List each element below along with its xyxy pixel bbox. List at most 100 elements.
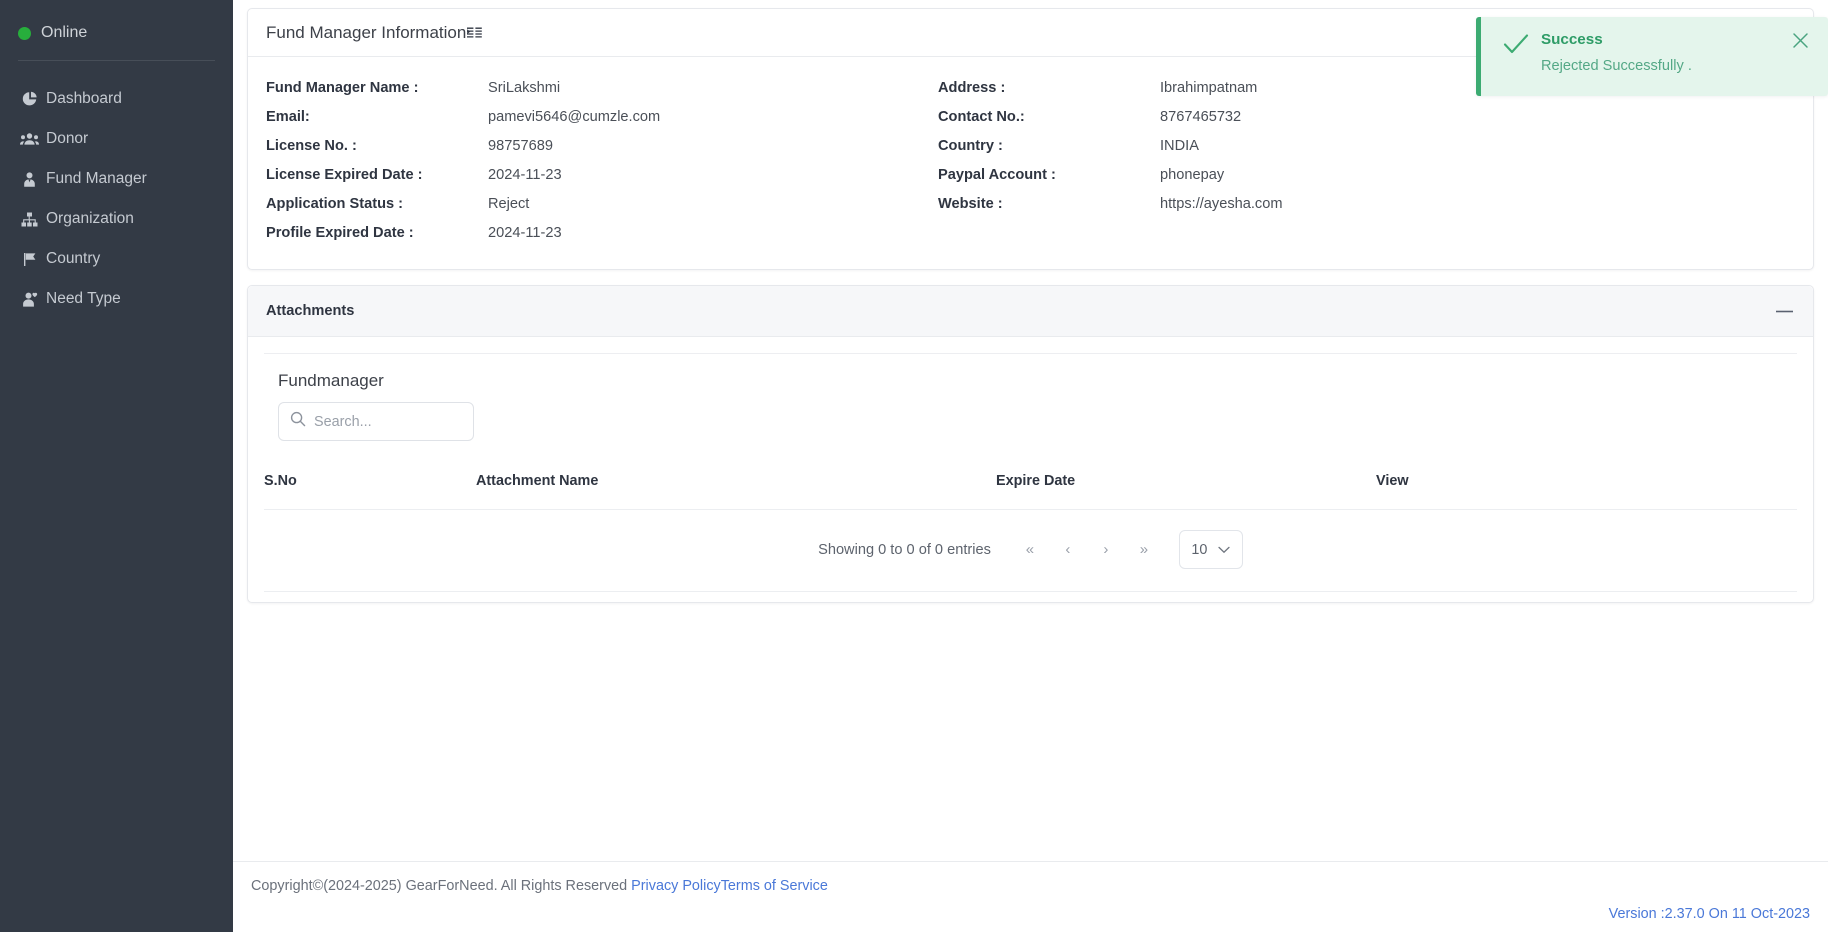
terms-of-service-link[interactable]: Terms of Service bbox=[721, 878, 828, 894]
detail-value: 2024-11-23 bbox=[488, 166, 562, 183]
page-title-text: Fund Manager Information bbox=[266, 23, 467, 42]
user-heart-icon bbox=[20, 291, 39, 307]
sidebar-item-country[interactable]: Country bbox=[0, 239, 233, 279]
detail-label: License No. : bbox=[266, 137, 357, 154]
copyright-text: Copyright©(2024-2025) GearForNeed. All R… bbox=[251, 878, 828, 894]
detail-label: Paypal Account : bbox=[938, 166, 1056, 183]
details-right-column: Address : Ibrahimpatnam Contact No.: 876… bbox=[938, 73, 1795, 247]
sidebar-item-label: Organization bbox=[46, 210, 134, 228]
table-toolbar: Fundmanager bbox=[264, 354, 1797, 441]
users-icon bbox=[20, 131, 39, 147]
online-status: Online bbox=[0, 4, 233, 60]
detail-label: Website : bbox=[938, 195, 1003, 212]
table-header-row: S.No Attachment Name Expire Date View bbox=[264, 463, 1797, 510]
application-status-value: Reject bbox=[488, 195, 530, 212]
detail-value: SriLakshmi bbox=[488, 79, 561, 96]
sidebar-item-donor[interactable]: Donor bbox=[0, 119, 233, 159]
website-value: https://ayesha.com bbox=[1160, 195, 1283, 212]
page-size-value: 10 bbox=[1191, 541, 1208, 558]
main-area: Fund Manager Information Fund Manager Na… bbox=[233, 0, 1828, 932]
detail-value: INDIA bbox=[1160, 137, 1199, 154]
detail-value: Ibrahimpatnam bbox=[1160, 79, 1258, 96]
attachments-title: Attachments bbox=[266, 303, 355, 319]
sidebar-item-fund-manager[interactable]: Fund Manager bbox=[0, 159, 233, 199]
footer: Copyright©(2024-2025) GearForNeed. All R… bbox=[233, 861, 1828, 932]
sidebar-item-label: Need Type bbox=[46, 290, 121, 308]
detail-row: Fund Manager Name : SriLakshmi bbox=[266, 73, 938, 102]
pagination-first-button[interactable]: « bbox=[1011, 535, 1049, 565]
table-title: Fundmanager bbox=[278, 371, 384, 390]
sidebar-item-need-type[interactable]: Need Type bbox=[0, 279, 233, 319]
copyright-label: Copyright©(2024-2025) GearForNeed. All R… bbox=[251, 878, 632, 894]
detail-value: phonepay bbox=[1160, 166, 1225, 183]
app-root: Online Dashboard Donor Fund Manager Orga… bbox=[0, 0, 1828, 932]
sidebar-item-organization[interactable]: Organization bbox=[0, 199, 233, 239]
search-input[interactable] bbox=[314, 413, 462, 430]
sitemap-icon bbox=[20, 211, 39, 227]
sidebar: Online Dashboard Donor Fund Manager Orga… bbox=[0, 0, 233, 932]
detail-row: Email: pamevi5646@cumzle.com bbox=[266, 102, 938, 131]
detail-row: Website : https://ayesha.com bbox=[938, 189, 1795, 218]
sidebar-item-label: Country bbox=[46, 250, 101, 268]
column-header-view: View bbox=[1376, 463, 1797, 510]
page-size-select[interactable]: 10 bbox=[1178, 530, 1243, 569]
pie-chart-icon bbox=[20, 91, 39, 107]
details-left-column: Fund Manager Name : SriLakshmi Email: pa… bbox=[266, 73, 938, 247]
detail-row: License No. : 98757689 bbox=[266, 131, 938, 160]
attachments-header: Attachments bbox=[248, 286, 1813, 337]
attachments-table-wrapper: Fundmanager S.No bbox=[264, 353, 1797, 592]
detail-row: Profile Expired Date : 2024-11-23 bbox=[266, 218, 938, 247]
column-header-expire-date: Expire Date bbox=[996, 463, 1376, 510]
detail-row: Country : INDIA bbox=[938, 131, 1795, 160]
sidebar-nav: Dashboard Donor Fund Manager Organizatio… bbox=[0, 61, 233, 319]
detail-value: pamevi5646@cumzle.com bbox=[488, 108, 661, 125]
attachments-body: Fundmanager S.No bbox=[248, 337, 1813, 602]
chevron-down-icon bbox=[1218, 542, 1231, 558]
column-header-attachment-name: Attachment Name bbox=[476, 463, 996, 510]
detail-row: Application Status : Reject bbox=[266, 189, 938, 218]
detail-row: Paypal Account : phonepay bbox=[938, 160, 1795, 189]
footer-row: Copyright©(2024-2025) GearForNeed. All R… bbox=[251, 878, 1810, 894]
close-icon[interactable] bbox=[1792, 30, 1812, 54]
pagination-next-button[interactable]: › bbox=[1087, 535, 1125, 565]
online-status-label: Online bbox=[41, 24, 88, 41]
indent-list-icon bbox=[467, 27, 483, 40]
user-tie-icon bbox=[20, 171, 39, 187]
detail-label: Email: bbox=[266, 108, 310, 125]
sidebar-item-label: Fund Manager bbox=[46, 170, 147, 188]
toast-message: Rejected Successfully . bbox=[1541, 58, 1692, 74]
detail-label: Application Status : bbox=[266, 195, 404, 212]
detail-value: 2024-11-23 bbox=[488, 224, 562, 241]
pagination: Showing 0 to 0 of 0 entries « ‹ › » 10 bbox=[264, 510, 1797, 592]
success-toast: Success Rejected Successfully . bbox=[1476, 17, 1828, 96]
detail-row: Contact No.: 8767465732 bbox=[938, 102, 1795, 131]
page-content: Fund Manager Information Fund Manager Na… bbox=[233, 0, 1828, 861]
detail-label: Profile Expired Date : bbox=[266, 224, 414, 241]
version-text[interactable]: Version :2.37.0 On 11 Oct-2023 bbox=[1609, 894, 1810, 922]
toast-content: Success Rejected Successfully . bbox=[1541, 30, 1780, 74]
page-title: Fund Manager Information bbox=[266, 23, 483, 43]
sidebar-item-label: Dashboard bbox=[46, 90, 122, 108]
flag-icon bbox=[20, 251, 39, 267]
toast-title: Success bbox=[1541, 31, 1603, 48]
pagination-prev-button[interactable]: ‹ bbox=[1049, 535, 1087, 565]
footer-version-row: Version :2.37.0 On 11 Oct-2023 bbox=[251, 894, 1810, 922]
sidebar-item-label: Donor bbox=[46, 130, 89, 148]
attachments-table: S.No Attachment Name Expire Date View bbox=[264, 463, 1797, 510]
detail-label: Country : bbox=[938, 137, 1003, 154]
minus-icon[interactable] bbox=[1773, 300, 1795, 322]
detail-value: 98757689 bbox=[488, 137, 553, 154]
table-head: S.No Attachment Name Expire Date View bbox=[264, 463, 1797, 510]
detail-label: Fund Manager Name : bbox=[266, 79, 419, 96]
search-box[interactable] bbox=[278, 402, 474, 441]
pagination-last-button[interactable]: » bbox=[1125, 535, 1163, 565]
detail-label: License Expired Date : bbox=[266, 166, 423, 183]
status-dot-icon bbox=[18, 26, 31, 40]
sidebar-item-dashboard[interactable]: Dashboard bbox=[0, 79, 233, 119]
attachments-card: Attachments Fundmanager Search... S.No A… bbox=[247, 285, 1814, 603]
check-icon bbox=[1503, 30, 1529, 60]
detail-value: 8767465732 bbox=[1160, 108, 1242, 125]
column-header-sno: S.No bbox=[264, 463, 476, 510]
privacy-policy-link[interactable]: Privacy Policy bbox=[631, 878, 721, 894]
detail-label: Address : bbox=[938, 79, 1006, 96]
